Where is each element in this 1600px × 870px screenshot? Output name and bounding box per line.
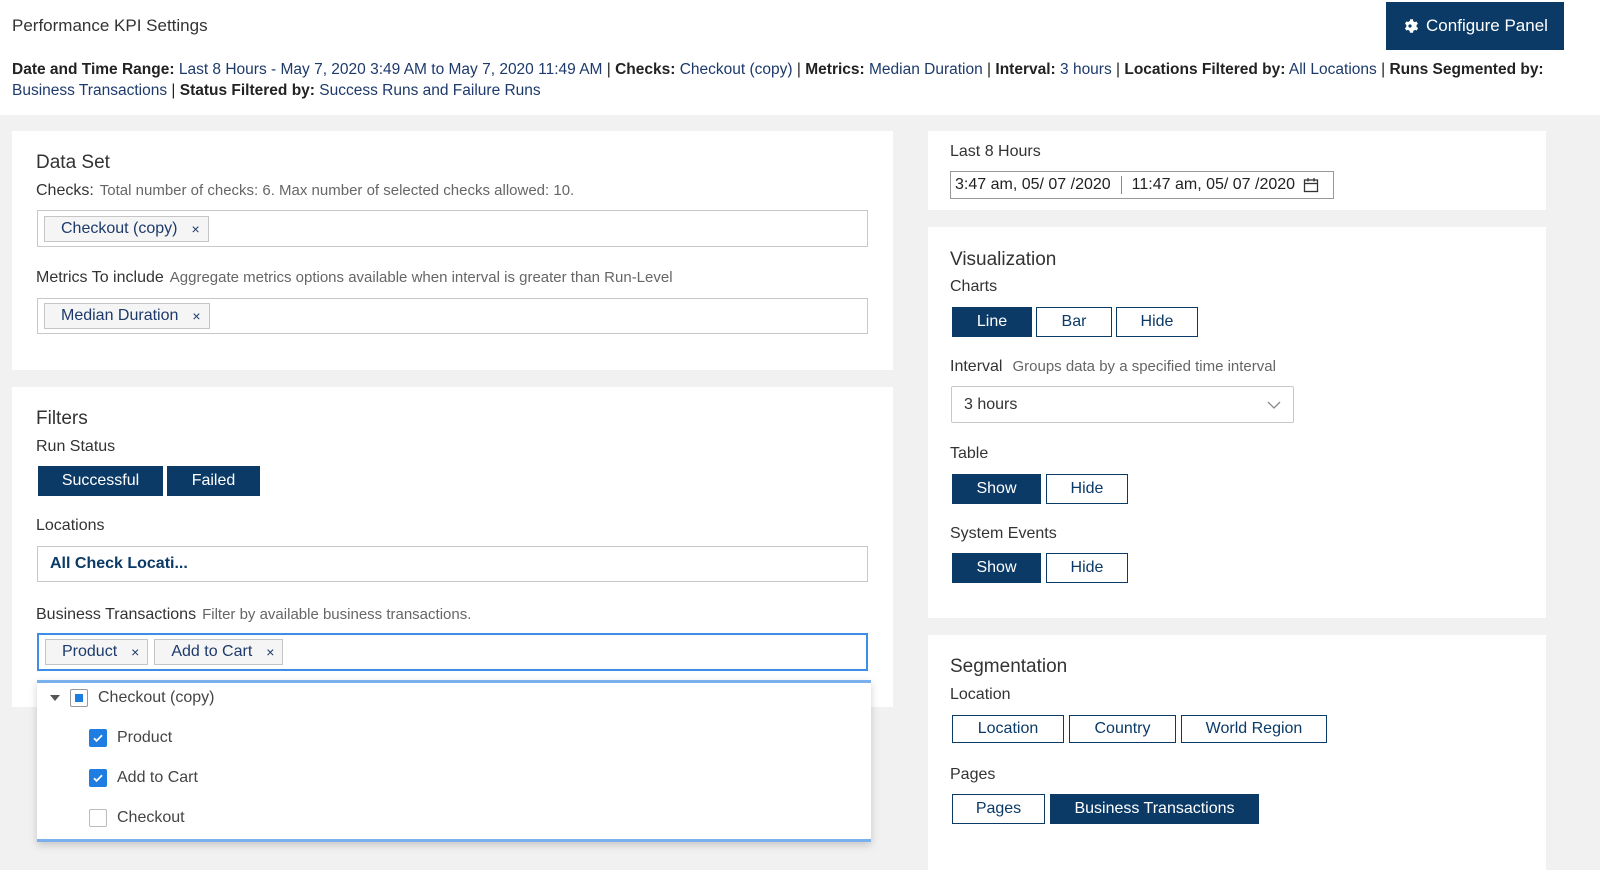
check-icon: [93, 774, 103, 783]
chip-add-to-cart: Add to Cart ×: [154, 639, 284, 665]
start-date[interactable]: 3:47 am, 05/ 07 /2020: [951, 176, 1111, 194]
checks-field[interactable]: Checkout (copy) ×: [37, 210, 868, 247]
metrics-field[interactable]: Median Duration ×: [37, 298, 868, 334]
events-show-button[interactable]: Show: [952, 553, 1041, 583]
seg-location-button[interactable]: Location: [952, 715, 1064, 743]
partial-checkbox[interactable]: [70, 689, 88, 707]
remove-chip-icon[interactable]: ×: [266, 644, 274, 660]
page-title: Performance KPI Settings: [12, 16, 208, 35]
run-status-label: Run Status: [36, 438, 116, 455]
events-hide-button[interactable]: Hide: [1046, 553, 1128, 583]
check-icon: [93, 734, 103, 743]
charts-label: Charts: [950, 278, 998, 295]
gear-icon: [1404, 19, 1419, 33]
time-range-label: Last 8 Hours: [950, 143, 1041, 160]
table-show-button[interactable]: Show: [952, 474, 1041, 504]
seg-business-transactions-button[interactable]: Business Transactions: [1050, 794, 1259, 824]
locations-value: All Check Locati...: [50, 555, 188, 572]
checkbox-checked[interactable]: [89, 729, 107, 747]
seg-pages-button[interactable]: Pages: [952, 794, 1045, 824]
seg-world-region-button[interactable]: World Region: [1181, 715, 1327, 743]
filters-title: Filters: [36, 408, 88, 429]
chart-line-button[interactable]: Line: [952, 307, 1032, 337]
remove-chip-icon[interactable]: ×: [192, 221, 200, 237]
dropdown-group-checkout-copy[interactable]: Checkout (copy): [50, 689, 215, 707]
table-hide-button[interactable]: Hide: [1046, 474, 1128, 504]
segmentation-title: Segmentation: [950, 656, 1068, 677]
dropdown-item-product[interactable]: Product: [89, 729, 172, 747]
checks-label: Checks: Total number of checks: 6. Max nu…: [36, 182, 575, 199]
chip-checkout-copy: Checkout (copy) ×: [44, 215, 209, 242]
configure-panel-label: Configure Panel: [1426, 16, 1548, 35]
chip-median-duration: Median Duration ×: [44, 303, 210, 329]
checkbox-checked[interactable]: [89, 769, 107, 787]
chart-hide-button[interactable]: Hide: [1116, 307, 1198, 337]
segmentation-location-label: Location: [950, 686, 1011, 703]
visualization-title: Visualization: [950, 249, 1057, 270]
bt-label: Business Transactions Filter by available…: [36, 606, 472, 623]
locations-label: Locations: [36, 517, 105, 534]
caret-down-icon[interactable]: [50, 695, 60, 701]
table-label: Table: [950, 445, 989, 462]
system-events-label: System Events: [950, 525, 1057, 542]
interval-select[interactable]: 3 hours: [951, 386, 1294, 423]
configure-panel-button[interactable]: Configure Panel: [1386, 2, 1564, 50]
successful-button[interactable]: Successful: [38, 466, 163, 496]
segmentation-pages-label: Pages: [950, 766, 996, 783]
header: Performance KPI Settings Configure Panel…: [0, 0, 1600, 115]
end-date[interactable]: 11:47 am, 05/ 07 /2020: [1128, 176, 1295, 194]
bt-field[interactable]: Product × Add to Cart ×: [37, 633, 868, 671]
failed-button[interactable]: Failed: [167, 466, 260, 496]
date-separator: [1120, 176, 1122, 194]
chart-bar-button[interactable]: Bar: [1036, 307, 1112, 337]
interval-label: Interval Groups data by a specified time …: [950, 358, 1276, 375]
calendar-icon[interactable]: [1303, 177, 1319, 193]
dropdown-item-checkout[interactable]: Checkout: [89, 809, 185, 827]
checkbox-unchecked[interactable]: [89, 809, 107, 827]
date-range-picker[interactable]: 3:47 am, 05/ 07 /2020 11:47 am, 05/ 07 /…: [950, 171, 1334, 199]
dropdown-item-add-to-cart[interactable]: Add to Cart: [89, 769, 198, 787]
chevron-down-icon: [1267, 401, 1281, 409]
data-set-panel: [12, 131, 893, 370]
bt-dropdown: Checkout (copy) Product Add to Cart Chec…: [37, 680, 871, 842]
settings-summary: Date and Time Range: Last 8 Hours - May …: [12, 61, 1544, 99]
seg-country-button[interactable]: Country: [1069, 715, 1176, 743]
locations-field[interactable]: All Check Locati...: [37, 546, 868, 582]
data-set-title: Data Set: [36, 152, 110, 173]
remove-chip-icon[interactable]: ×: [131, 644, 139, 660]
chip-product: Product ×: [45, 639, 149, 665]
remove-chip-icon[interactable]: ×: [192, 308, 200, 324]
metrics-label: Metrics To include Aggregate metrics opti…: [36, 269, 673, 286]
